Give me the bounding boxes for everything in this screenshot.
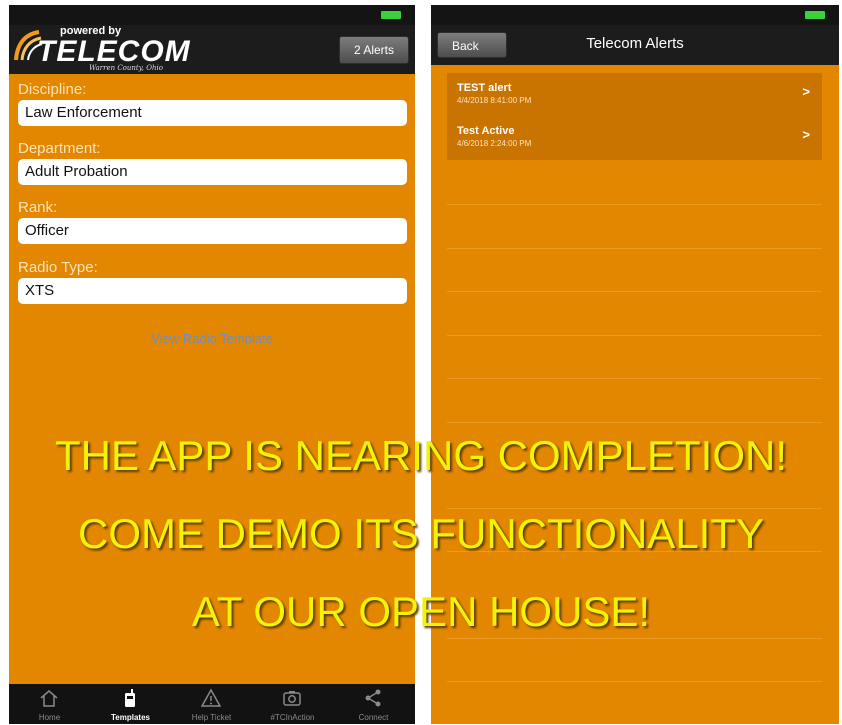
- empty-row-divider: [447, 422, 822, 423]
- tab-help-ticket-label: Help Ticket: [191, 713, 232, 722]
- empty-row-divider: [447, 638, 822, 639]
- discipline-label: Discipline:: [18, 81, 87, 98]
- logo-subtitle: Warren County, Ohio: [89, 64, 163, 72]
- discipline-field[interactable]: Law Enforcement: [18, 100, 407, 126]
- alert-title: TEST alert: [457, 82, 512, 94]
- empty-row-divider: [447, 681, 822, 682]
- tab-home-label: Home: [38, 713, 61, 722]
- share-icon: [365, 689, 381, 707]
- app-header: powered by TELECOM Warren County, Ohio 2…: [9, 25, 415, 74]
- nav-bar: Back Telecom Alerts: [431, 25, 839, 65]
- view-radio-template-link[interactable]: View Radio Template: [9, 331, 415, 346]
- page-title: Telecom Alerts: [586, 35, 684, 52]
- empty-row-divider: [447, 248, 822, 249]
- tab-home[interactable]: Home: [9, 684, 90, 724]
- alert-row[interactable]: Test Active 4/6/2018 2:24:00 PM >: [447, 116, 822, 159]
- overlay-line-3: AT OUR OPEN HOUSE!: [191, 588, 651, 635]
- department-label: Department:: [18, 140, 101, 157]
- alert-title: Test Active: [457, 125, 515, 137]
- home-icon: [40, 690, 58, 707]
- empty-row-divider: [447, 335, 822, 336]
- tab-bar: Home Templates Help Ticket #TCInAction C…: [9, 684, 415, 724]
- battery-icon: [381, 11, 401, 19]
- tab-connect[interactable]: Connect: [333, 684, 414, 724]
- radio-icon: [125, 689, 135, 707]
- camera-icon: [283, 691, 301, 706]
- overlay-line-1: THE APP IS NEARING COMPLETION!: [54, 432, 788, 479]
- alert-date: 4/6/2018 2:24:00 PM: [457, 139, 532, 148]
- chevron-right-icon: >: [802, 127, 810, 142]
- tab-templates[interactable]: Templates: [90, 684, 171, 724]
- warning-icon: [201, 688, 221, 707]
- department-field[interactable]: Adult Probation: [18, 159, 407, 185]
- tab-connect-label: Connect: [358, 713, 389, 722]
- rank-field[interactable]: Officer: [18, 218, 407, 244]
- chevron-right-icon: >: [802, 84, 810, 99]
- alerts-button[interactable]: 2 Alerts: [339, 36, 409, 64]
- tab-help-ticket[interactable]: Help Ticket: [171, 684, 252, 724]
- alert-list: TEST alert 4/4/2018 8:41:00 PM > Test Ac…: [447, 73, 822, 160]
- radio-type-field[interactable]: XTS: [18, 278, 407, 304]
- status-bar: [9, 5, 415, 25]
- rank-label: Rank:: [18, 199, 58, 216]
- tab-tcinaction[interactable]: #TCInAction: [252, 684, 333, 724]
- empty-row-divider: [447, 508, 822, 509]
- empty-row-divider: [447, 204, 822, 205]
- radio-type-label: Radio Type:: [18, 259, 98, 276]
- tab-tcinaction-label: #TCInAction: [270, 713, 315, 722]
- tab-templates-label: Templates: [111, 713, 150, 722]
- empty-row-divider: [447, 291, 822, 292]
- battery-icon: [805, 11, 825, 19]
- alert-date: 4/4/2018 8:41:00 PM: [457, 96, 532, 105]
- overlay-line-2: COME DEMO ITS FUNCTIONALITY: [77, 510, 765, 557]
- empty-row-divider: [447, 378, 822, 379]
- alert-row[interactable]: TEST alert 4/4/2018 8:41:00 PM >: [447, 73, 822, 116]
- status-bar: [431, 5, 839, 25]
